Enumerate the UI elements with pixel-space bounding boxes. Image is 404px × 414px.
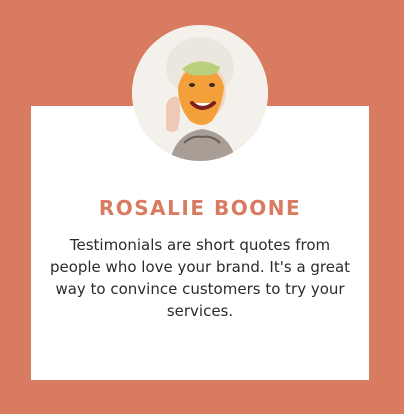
avatar-photo	[132, 25, 268, 161]
avatar	[132, 25, 268, 161]
testimonial-name: ROSALIE BOONE	[98, 196, 302, 220]
testimonial-quote: Testimonials are short quotes from peopl…	[49, 236, 351, 320]
